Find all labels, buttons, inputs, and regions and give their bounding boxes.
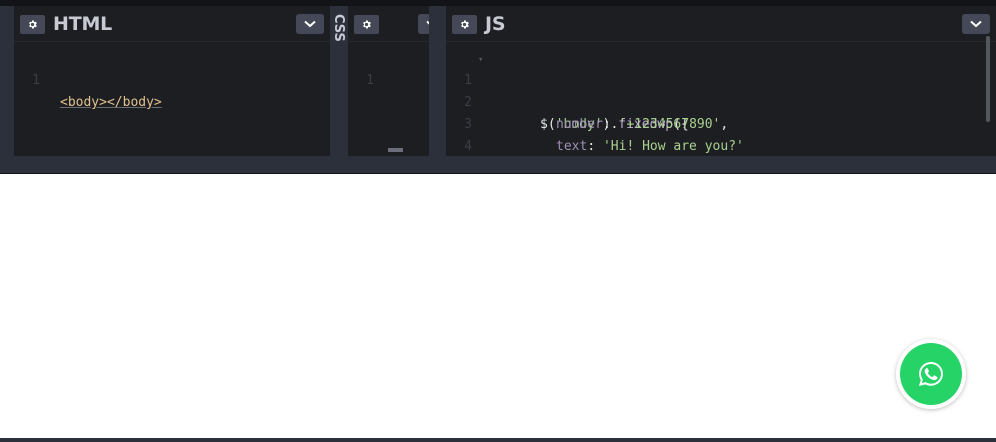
js-scrollbar[interactable] bbox=[986, 36, 990, 122]
js-pane: JS 1 ▾ $('body').fixedwp({ 2 number: '+1… bbox=[446, 6, 996, 156]
html-settings-button[interactable] bbox=[20, 15, 45, 34]
whatsapp-button-circle bbox=[900, 343, 962, 405]
chevron-down-icon bbox=[304, 20, 316, 28]
code-line: 1 ▾ $('body').fixedwp({ bbox=[446, 48, 996, 132]
js-settings-button[interactable] bbox=[452, 15, 477, 34]
html-pane: HTML 1 <body></body> bbox=[14, 6, 330, 156]
whatsapp-icon bbox=[919, 362, 943, 386]
line-number: 4 bbox=[464, 139, 472, 154]
css-collapse-button[interactable] bbox=[418, 14, 429, 34]
line-number: 1 bbox=[366, 73, 374, 88]
js-code[interactable]: 1 ▾ $('body').fixedwp({ 2 number: '+1234… bbox=[446, 48, 996, 154]
code-text: <body></body> bbox=[60, 95, 162, 110]
css-settings-button[interactable] bbox=[354, 15, 379, 34]
editor-resize-bar[interactable] bbox=[0, 156, 996, 174]
html-pane-header: HTML bbox=[14, 6, 330, 42]
chevron-down-icon bbox=[970, 20, 982, 28]
code-token: : bbox=[587, 139, 603, 154]
whatsapp-button[interactable] bbox=[896, 339, 966, 409]
code-token: text bbox=[556, 139, 588, 154]
css-code[interactable]: 1 bbox=[348, 48, 429, 88]
code-line: 2 number: '+1234567890', bbox=[446, 70, 996, 132]
css-pane: 1 bbox=[348, 6, 429, 156]
js-pane-header: JS bbox=[446, 6, 996, 42]
js-collapse-button[interactable] bbox=[962, 14, 990, 34]
editor-area: HTML 1 <body></body> CSS bbox=[0, 0, 996, 174]
code-text: text: 'Hi! How are you?' bbox=[556, 136, 744, 156]
gear-icon bbox=[363, 20, 371, 29]
html-collapse-button[interactable] bbox=[296, 14, 324, 34]
gear-icon bbox=[29, 20, 37, 29]
html-code[interactable]: 1 <body></body> bbox=[14, 48, 330, 110]
gear-icon bbox=[461, 20, 469, 29]
code-token: 'Hi! How are you?' bbox=[602, 139, 744, 154]
code-line: 3 text: 'Hi! How are you?' bbox=[446, 92, 996, 154]
js-pane-title: JS bbox=[485, 13, 506, 35]
code-line: 1 <body></body> bbox=[14, 48, 330, 110]
code-line: 1 bbox=[348, 48, 429, 88]
css-pane-header bbox=[348, 6, 429, 42]
left-resize-gutter[interactable] bbox=[0, 6, 14, 156]
html-pane-title: HTML bbox=[53, 13, 113, 35]
line-number: 1 bbox=[32, 73, 40, 88]
fold-arrow-icon[interactable]: ▾ bbox=[478, 49, 483, 71]
result-preview bbox=[0, 174, 996, 438]
code-line: 4 }); bbox=[446, 114, 996, 154]
css-pane-resize-handle[interactable] bbox=[388, 148, 403, 152]
bottom-border bbox=[0, 438, 996, 442]
css-pane-title[interactable]: CSS bbox=[331, 14, 346, 42]
js-pane-divider[interactable] bbox=[429, 6, 446, 156]
